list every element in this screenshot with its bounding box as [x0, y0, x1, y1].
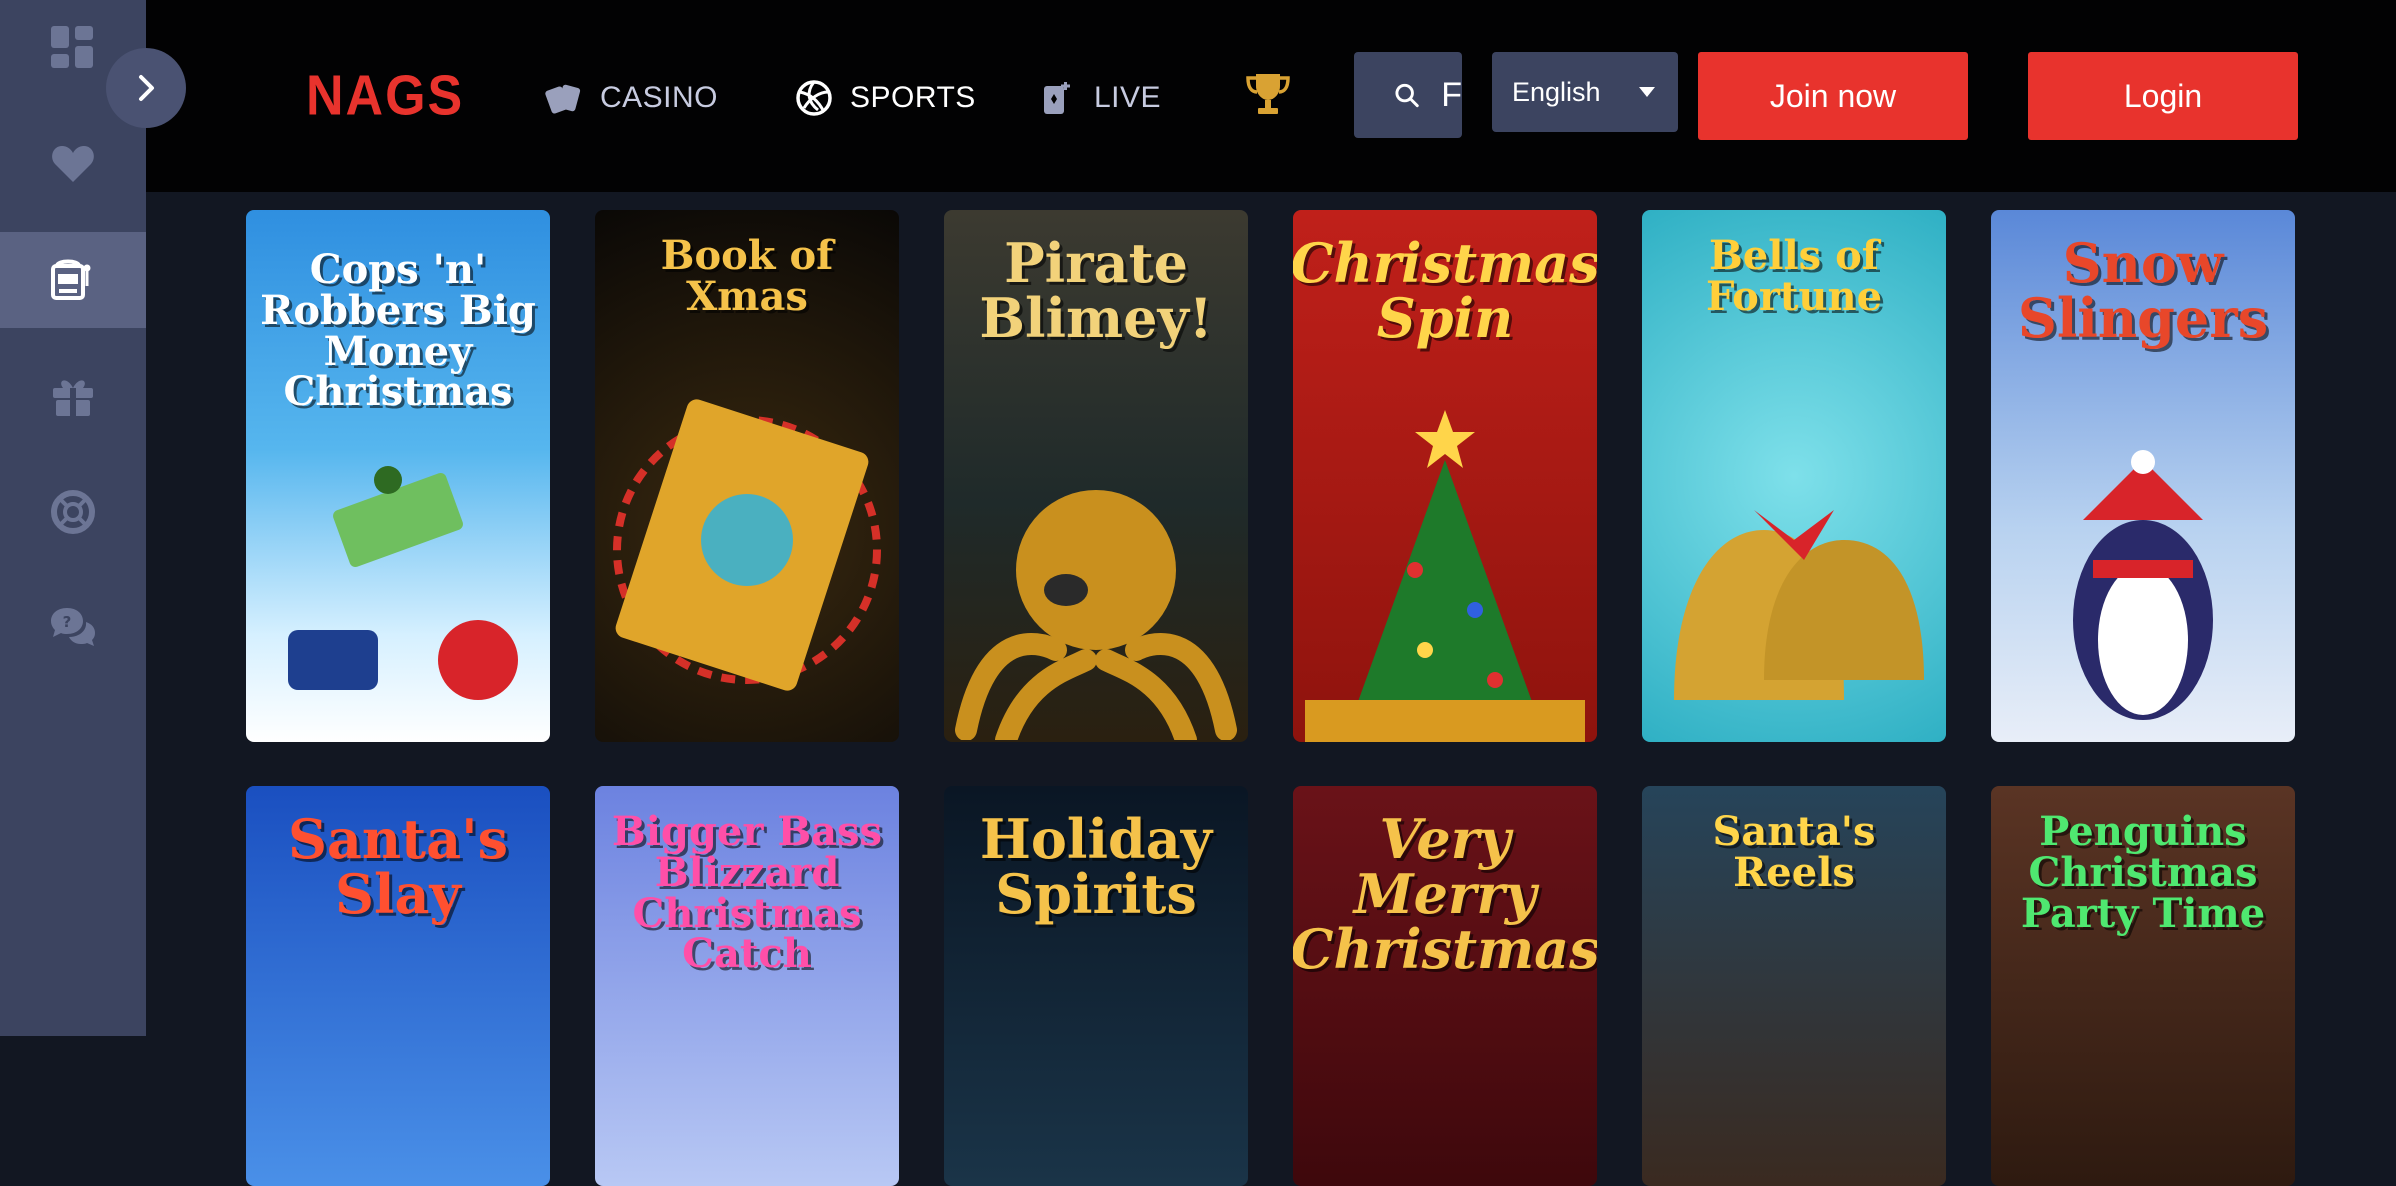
game-title: Christmas Spin [1293, 231, 1597, 351]
game-title: Santa's Reels [1712, 808, 1876, 896]
sidebar-item-chat[interactable]: ? [0, 580, 146, 676]
game-title: Bigger Bass Blizzard Christmas Catch [611, 808, 883, 978]
search-input[interactable]: F [1441, 76, 1462, 115]
game-card[interactable]: Holiday Spirits [944, 786, 1248, 1186]
lifebuoy-icon [51, 490, 95, 534]
dashboard-icon [51, 26, 93, 68]
game-title: Very Merry Christmas [1293, 807, 1597, 982]
game-title: Book of Xmas [660, 232, 834, 320]
nav-casino-label: CASINO [600, 81, 719, 114]
game-title: Bells of Fortune [1705, 232, 1883, 320]
caret-down-icon [1639, 87, 1655, 97]
top-header: NAGS CASINO SPORTS LIVE F English Join n… [146, 0, 2396, 192]
sidebar-toggle-button[interactable] [106, 48, 186, 128]
game-art [1305, 410, 1585, 742]
game-art [1674, 510, 1924, 700]
chevron-right-icon [139, 75, 154, 101]
game-card[interactable]: Penguins Christmas Party Time [1991, 786, 2295, 1186]
game-card[interactable]: Bigger Bass Blizzard Christmas Catch [595, 786, 899, 1186]
trophy-icon [1246, 74, 1290, 114]
nav-casino[interactable]: CASINO [544, 78, 718, 118]
game-card[interactable]: Santa's Slay [246, 786, 550, 1186]
game-card[interactable]: Cops 'n' Robbers Big Money Christmas [246, 210, 550, 742]
cards-icon [545, 84, 581, 114]
search-box[interactable]: F [1354, 52, 1462, 138]
nav-sports[interactable]: SPORTS [794, 78, 976, 118]
brand-logo[interactable]: NAGS [306, 64, 464, 129]
game-art [288, 466, 518, 700]
login-button[interactable]: Login [2028, 52, 2298, 140]
game-art [955, 490, 1237, 740]
game-title: Snow Slingers [2017, 231, 2269, 351]
nav-live-label: LIVE [1094, 81, 1162, 114]
chat-bubbles-icon: ? [51, 608, 95, 646]
game-card[interactable]: Bells of Fortune [1642, 210, 1946, 742]
search-icon [1395, 83, 1419, 108]
nav-live[interactable]: LIVE [1038, 78, 1161, 118]
game-title: Pirate Blimey! [979, 231, 1213, 351]
game-title: Penguins Christmas Party Time [2020, 808, 2266, 937]
game-title: Cops 'n' Robbers Big Money Christmas [260, 246, 536, 416]
game-card[interactable]: Very Merry Christmas [1293, 786, 1597, 1186]
nav-tournaments[interactable] [1244, 70, 1292, 118]
game-title: Santa's Slay [287, 807, 509, 927]
join-now-button[interactable]: Join now [1698, 52, 1968, 140]
language-value: English [1512, 76, 1601, 107]
language-select[interactable]: English [1492, 52, 1678, 132]
game-card[interactable]: Snow Slingers [1991, 210, 2295, 742]
game-card[interactable]: Book of Xmas [595, 210, 899, 742]
game-card[interactable]: Christmas Spin [1293, 210, 1597, 742]
sidebar: ? [0, 0, 146, 1036]
game-title: Holiday Spirits [979, 807, 1213, 927]
slot-machine-icon [51, 259, 91, 300]
sidebar-item-support[interactable] [0, 464, 146, 560]
game-card[interactable]: Pirate Blimey! [944, 210, 1248, 742]
live-cards-icon [1044, 82, 1070, 114]
game-art [2073, 450, 2213, 720]
game-card[interactable]: Santa's Reels [1642, 786, 1946, 1186]
sidebar-item-favorites[interactable] [0, 116, 146, 212]
sidebar-item-promotions[interactable] [0, 348, 146, 444]
nav-sports-label: SPORTS [850, 81, 976, 114]
volleyball-icon [796, 80, 832, 116]
game-art [613, 399, 881, 691]
sidebar-item-casino[interactable] [0, 232, 146, 328]
heart-icon [52, 146, 94, 182]
svg-text:?: ? [63, 613, 72, 631]
gift-icon [53, 380, 93, 416]
